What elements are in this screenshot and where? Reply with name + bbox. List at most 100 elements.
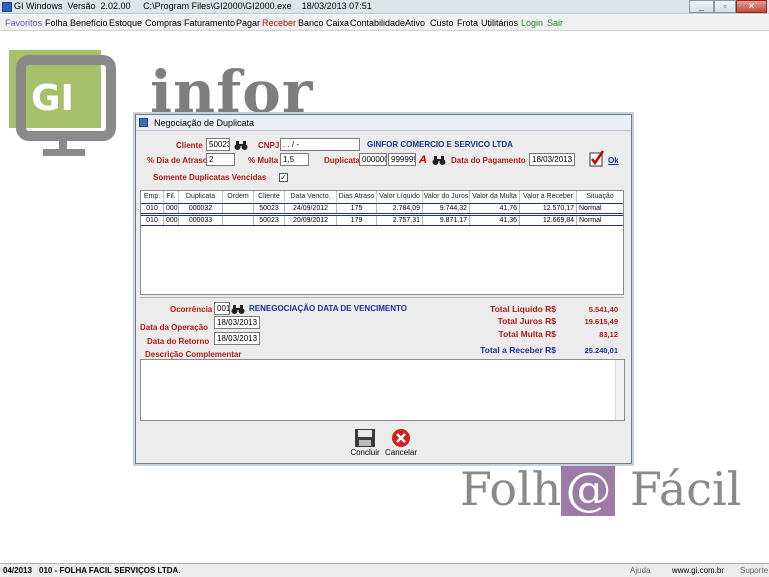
textarea-scrollbar[interactable]	[615, 360, 624, 420]
col-header-situacao: Situação	[586, 193, 614, 200]
col-header-emp: Emp.	[141, 191, 164, 202]
ocorrencia-input[interactable]: 001	[214, 302, 230, 315]
descricao-label: Descrição Complementar	[145, 350, 242, 359]
floppy-disk-icon	[355, 429, 375, 447]
table-row[interactable]: 010 000 000033 50023 20/09/2012 179 2.75…	[141, 215, 623, 226]
cell-valor-juros: 9.744,32	[423, 204, 470, 213]
col-header-dias-atraso: Dias Atraso	[337, 191, 377, 202]
total-multa-label: Total Multa R$	[498, 329, 556, 339]
menu-receber[interactable]: Receber	[262, 18, 296, 28]
duplicata-from-input[interactable]: 000000	[359, 153, 387, 166]
data-operacao-label: Data da Operação	[140, 323, 209, 332]
menu-favoritos[interactable]: Favoritos	[5, 18, 42, 28]
dia-atraso-label: % Dia de Atraso	[147, 156, 208, 165]
cancelar-button[interactable]	[388, 427, 414, 449]
cell-valor-juros: 9.871,17	[423, 216, 470, 225]
search-duplicata-button[interactable]	[431, 153, 447, 167]
negociacao-dialog: Negociação de Duplicata Cliente 50023 CN…	[135, 114, 632, 464]
concluir-label[interactable]: Concluir	[347, 448, 383, 457]
window-titlebar: GI Windows Versão 2.02.00 C:\Program Fil…	[0, 0, 769, 14]
checkmark-icon	[589, 150, 605, 167]
status-period: 04/2013	[3, 566, 32, 575]
binoculars-icon	[432, 155, 446, 165]
menu-custo[interactable]: Custo	[430, 18, 454, 28]
cancelar-label[interactable]: Cancelar	[383, 448, 419, 457]
menu-utilitarios[interactable]: Utilitários	[481, 18, 518, 28]
cnpj-label: CNPJ	[258, 141, 280, 150]
col-header-valor-juros: Valor do Juros	[423, 191, 470, 202]
menu-login[interactable]: Login	[521, 18, 543, 28]
data-retorno-label: Data do Retorno	[147, 337, 210, 346]
menu-banco[interactable]: Banco	[298, 18, 324, 28]
ok-label[interactable]: Ok	[608, 156, 619, 165]
minimize-button[interactable]: _	[689, 0, 714, 13]
a-icon: A	[419, 154, 427, 166]
data-retorno-input[interactable]: 18/03/2013	[214, 332, 260, 345]
company-name: GINFOR COMERCIO E SERVICO LTDA	[367, 140, 513, 149]
cell-cliente: 50023	[254, 216, 285, 225]
menu-bar: Favoritos Folha Benefício Estoque Compra…	[0, 15, 769, 31]
ok-button[interactable]	[588, 148, 606, 168]
concluir-button[interactable]	[352, 427, 378, 449]
cnpj-input[interactable]: . . / -	[280, 138, 360, 151]
dia-atraso-input[interactable]: 2	[206, 153, 235, 166]
search-ocorrencia-button[interactable]	[230, 302, 246, 316]
menu-pagar[interactable]: Pagar	[236, 18, 260, 28]
menu-ativo[interactable]: Ativo	[405, 18, 425, 28]
cell-duplicata: 000032	[179, 204, 223, 213]
cell-data-vencto: 20/09/2012	[285, 216, 337, 225]
duplicatas-table: Emp. Fil. Duplicata Ordem Cliente Data V…	[140, 190, 624, 295]
cell-situacao: Normal	[579, 217, 602, 224]
close-window-button[interactable]: ✕	[736, 0, 767, 13]
cell-dias-atraso: 175	[337, 204, 377, 213]
descricao-textarea[interactable]	[140, 359, 625, 421]
menu-beneficio[interactable]: Benefício	[70, 18, 108, 28]
menu-caixa[interactable]: Caixa	[326, 18, 349, 28]
menu-frota[interactable]: Frota	[457, 18, 478, 28]
cell-valor-liquido: 2.757,31	[377, 216, 423, 225]
search-cliente-button[interactable]	[230, 138, 252, 152]
menu-faturamento[interactable]: Faturamento	[184, 18, 235, 28]
help-link[interactable]: Ajuda	[630, 566, 650, 575]
support-link[interactable]: Suporte	[740, 566, 768, 575]
facil-text: Fácil	[615, 462, 742, 516]
data-operacao-input[interactable]: 18/03/2013	[214, 316, 260, 329]
menu-compras[interactable]: Compras	[145, 18, 182, 28]
menu-sair[interactable]: Sair	[547, 18, 563, 28]
cell-valor-receber: 12.570,17	[520, 204, 577, 213]
vencidas-label: Somente Duplicatas Vencidas	[153, 173, 267, 182]
divider	[140, 297, 624, 298]
cell-valor-liquido: 2.784,09	[377, 204, 423, 213]
folha-at: @	[561, 462, 616, 516]
cliente-label: Cliente	[176, 141, 203, 150]
col-header-valor-liquido: Valor Líquido	[377, 191, 423, 202]
cell-valor-multa: 41,76	[470, 204, 520, 213]
col-header-valor-multa: Valor da Multa	[470, 191, 520, 202]
menu-estoque[interactable]: Estoque	[109, 18, 142, 28]
range-a-button[interactable]: A	[415, 153, 431, 167]
folha-text: Folh	[460, 462, 562, 516]
vencidas-checkbox[interactable]: ✓	[279, 173, 288, 182]
menu-folha[interactable]: Folha	[45, 18, 68, 28]
total-liquido-value: 5.541,40	[588, 305, 618, 314]
total-receber-value: 25.240,01	[584, 346, 618, 355]
ocorrencia-description: RENEGOCIAÇÃO DATA DE VENCIMENTO	[249, 304, 407, 313]
site-link[interactable]: www.gi.com.br	[672, 566, 724, 575]
folha-facil-logo: Folh@ Fácil	[460, 462, 741, 516]
cell-data-vencto: 24/09/2012	[285, 204, 337, 213]
table-row[interactable]: 010 000 000032 50023 24/09/2012 175 2.78…	[141, 203, 623, 214]
data-pagamento-label: Data do Pagamento	[451, 156, 526, 165]
total-juros-value: 19.615,49	[584, 317, 618, 326]
dialog-icon	[139, 118, 148, 127]
status-bar: 04/2013 010 - FOLHA FACIL SERVIÇOS LTDA.…	[0, 563, 769, 577]
data-pagamento-input[interactable]: 18/03/2013	[529, 153, 575, 166]
cliente-input[interactable]: 50023	[206, 138, 230, 151]
menu-contabilidade[interactable]: Contabilidade	[350, 18, 405, 28]
cell-ordem	[223, 204, 254, 213]
duplicata-to-input[interactable]: 999999	[388, 153, 416, 166]
cell-cliente: 50023	[254, 204, 285, 213]
maximize-button[interactable]: ▫	[714, 0, 736, 13]
multa-input[interactable]: 1,5	[280, 153, 309, 166]
col-header-fil: Fil.	[164, 191, 179, 202]
col-header-valor-receber: Valor a Receber	[520, 191, 577, 202]
